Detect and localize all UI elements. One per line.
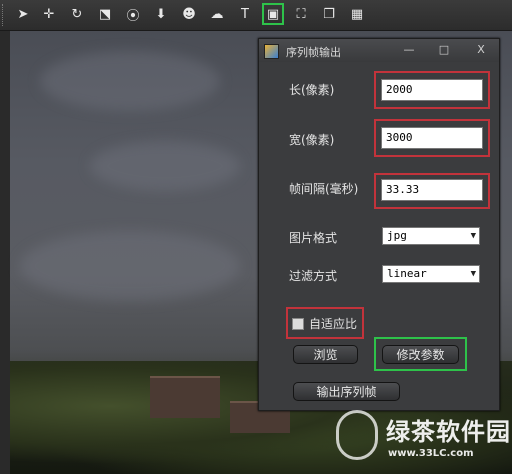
height-label: 宽(像素) [289, 133, 335, 147]
select-arrow-icon[interactable]: ➤ [12, 3, 34, 25]
toolbar-grip[interactable] [2, 4, 6, 26]
leaf-logo-icon [336, 410, 378, 460]
dropdown-arrow-icon: ▼ [470, 269, 476, 279]
dialog-titlebar[interactable]: 序列帧输出 — □ X [259, 39, 499, 62]
frame-output-icon[interactable]: ▣ [262, 3, 284, 25]
window-icon[interactable]: ❐ [318, 3, 340, 25]
output-frames-button[interactable]: 输出序列帧 [293, 382, 400, 401]
sequence-frame-dialog: 序列帧输出 — □ X 长(像素) 2000 宽(像素) 3000 帧间隔(毫秒… [258, 38, 500, 411]
compass-icon[interactable]: ⦿ [122, 3, 144, 25]
cloud [90, 141, 240, 191]
format-value: jpg [387, 229, 407, 242]
watermark-url: www.33LC.com [388, 448, 474, 459]
adaptive-label: 自适应比 [309, 317, 358, 331]
scale-icon[interactable]: ⬔ [94, 3, 116, 25]
cloud [20, 231, 240, 301]
palette-icon[interactable]: ▦ [346, 3, 368, 25]
rotate-icon[interactable]: ↻ [66, 3, 88, 25]
close-button[interactable]: X [474, 43, 488, 57]
format-select[interactable]: jpg ▼ [382, 227, 480, 245]
filter-select[interactable]: linear ▼ [382, 265, 480, 283]
width-input[interactable]: 2000 [381, 79, 483, 101]
download-icon[interactable]: ⬇ [150, 3, 172, 25]
weather-icon[interactable]: ☁ [206, 3, 228, 25]
modify-params-button[interactable]: 修改参数 [382, 345, 459, 364]
format-label: 图片格式 [289, 231, 338, 245]
dialog-title: 序列帧输出 [286, 46, 341, 59]
pagoda-building [150, 376, 220, 418]
filter-label: 过滤方式 [289, 269, 338, 283]
interval-input[interactable]: 33.33 [381, 179, 483, 201]
maximize-button[interactable]: □ [437, 43, 451, 57]
browse-button[interactable]: 浏览 [293, 345, 358, 364]
interval-label: 帧间隔(毫秒) [289, 182, 359, 196]
viewport-left-edge [0, 31, 10, 474]
watermark-text: 绿茶软件园 [386, 418, 511, 446]
adaptive-checkbox[interactable] [292, 318, 304, 330]
height-input[interactable]: 3000 [381, 127, 483, 149]
move-icon[interactable]: ✛ [38, 3, 60, 25]
minimize-button[interactable]: — [402, 43, 416, 57]
width-label: 长(像素) [289, 83, 335, 97]
text-icon[interactable]: T [234, 3, 256, 25]
watermark: 绿茶软件园 www.33LC.com [330, 404, 512, 474]
person-icon[interactable]: ☻ [178, 3, 200, 25]
cloud [40, 51, 220, 111]
fullscreen-icon[interactable]: ⛶ [290, 3, 312, 25]
filter-value: linear [387, 267, 427, 280]
app-icon [264, 44, 279, 59]
dropdown-arrow-icon: ▼ [470, 231, 476, 241]
toolbar: ➤ ✛ ↻ ⬔ ⦿ ⬇ ☻ ☁ T ▣ ⛶ ❐ ▦ [0, 0, 512, 31]
